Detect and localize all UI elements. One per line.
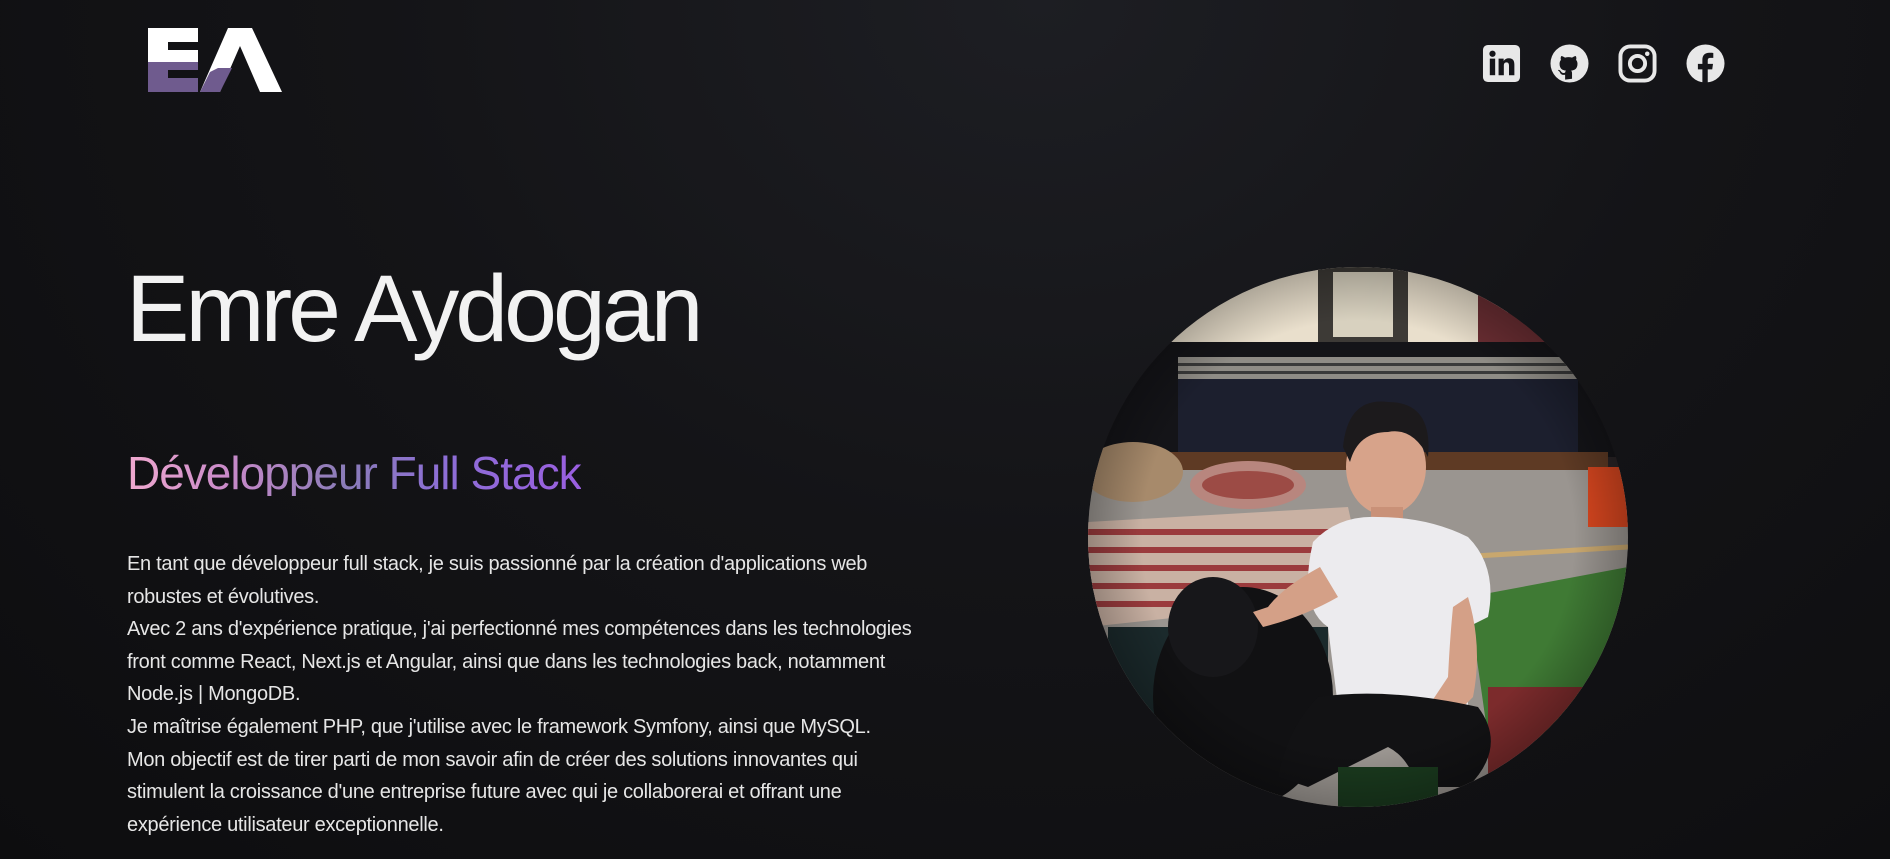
- header: [0, 0, 1890, 120]
- facebook-link[interactable]: [1686, 44, 1725, 83]
- profile-photo: [1088, 267, 1628, 807]
- hero-name: Emre Aydogan: [126, 256, 703, 362]
- github-link[interactable]: [1550, 44, 1589, 83]
- social-links: [1482, 44, 1725, 83]
- facebook-icon: [1686, 44, 1725, 83]
- logo[interactable]: [148, 28, 282, 92]
- bio-paragraph: En tant que développeur full stack, je s…: [127, 553, 868, 608]
- linkedin-icon: [1482, 44, 1521, 83]
- github-icon: [1550, 44, 1589, 83]
- instagram-icon: [1618, 44, 1657, 83]
- bio-paragraph: Avec 2 ans d'expérience pratique, j'ai p…: [127, 618, 912, 706]
- bio-paragraph: Je maîtrise également PHP, que j'utilise…: [127, 715, 871, 738]
- bio-paragraph: Mon objectif est de tirer parti de mon s…: [127, 748, 858, 836]
- hero-role: Développeur Full Stack: [127, 447, 582, 499]
- hero-bio: En tant que développeur full stack, je s…: [127, 548, 917, 841]
- instagram-link[interactable]: [1618, 44, 1657, 83]
- profile-photo-illustration: [1088, 267, 1628, 807]
- linkedin-link[interactable]: [1482, 44, 1521, 83]
